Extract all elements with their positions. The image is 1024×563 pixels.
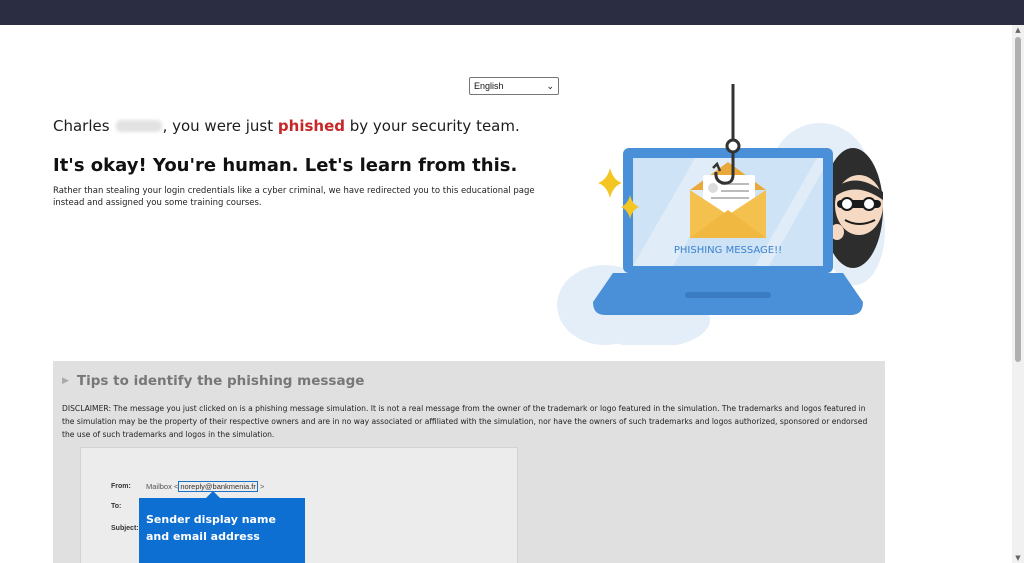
top-bar [0, 0, 1024, 25]
tips-title: Tips to identify the phishing message [76, 373, 365, 389]
chevron-down-icon: ⌄ [546, 81, 554, 91]
phishing-laptop-illustration: PHISHING MESSAGE!! [557, 84, 885, 345]
blurred-last-name [115, 120, 162, 132]
language-select-value: English [474, 81, 504, 91]
scroll-down-arrow-icon[interactable]: ▼ [1014, 554, 1022, 562]
scroll-up-arrow-icon[interactable]: ▲ [1014, 26, 1022, 34]
greeting: Charles , you were just phished by your s… [53, 117, 520, 135]
language-select[interactable]: English ⌄ [469, 77, 559, 95]
tips-toggle[interactable]: ▶ Tips to identify the phishing message [62, 373, 364, 389]
scrollbar-thumb[interactable] [1015, 37, 1021, 362]
hook-ring [725, 138, 741, 154]
screen-message-text: PHISHING MESSAGE!! [674, 245, 782, 256]
greeting-text: , you were just [162, 117, 278, 135]
expand-triangle-icon[interactable]: ▶ [62, 376, 69, 386]
scrollbar[interactable]: ▲ ▼ [1012, 25, 1024, 563]
from-label: From: [111, 483, 131, 490]
to-label: To: [111, 503, 122, 510]
tooltip-arrow [206, 491, 220, 498]
from-close-bracket: > [257, 482, 265, 491]
subject-label: Subject: [111, 525, 139, 532]
intro-text: Rather than stealing your login credenti… [53, 186, 535, 208]
user-first-name: Charles [53, 117, 110, 135]
disclaimer-text: DISCLAIMER: The message you just clicked… [62, 404, 868, 439]
greeting-text-end: by your security team. [344, 117, 520, 135]
page-headline: It's okay! You're human. Let's learn fro… [53, 155, 518, 176]
phished-word: phished [277, 117, 345, 135]
from-display-name: Mailbox < [146, 482, 179, 491]
sparkle-icon [598, 168, 622, 198]
sender-tooltip: Sender display name and email address [139, 498, 305, 563]
